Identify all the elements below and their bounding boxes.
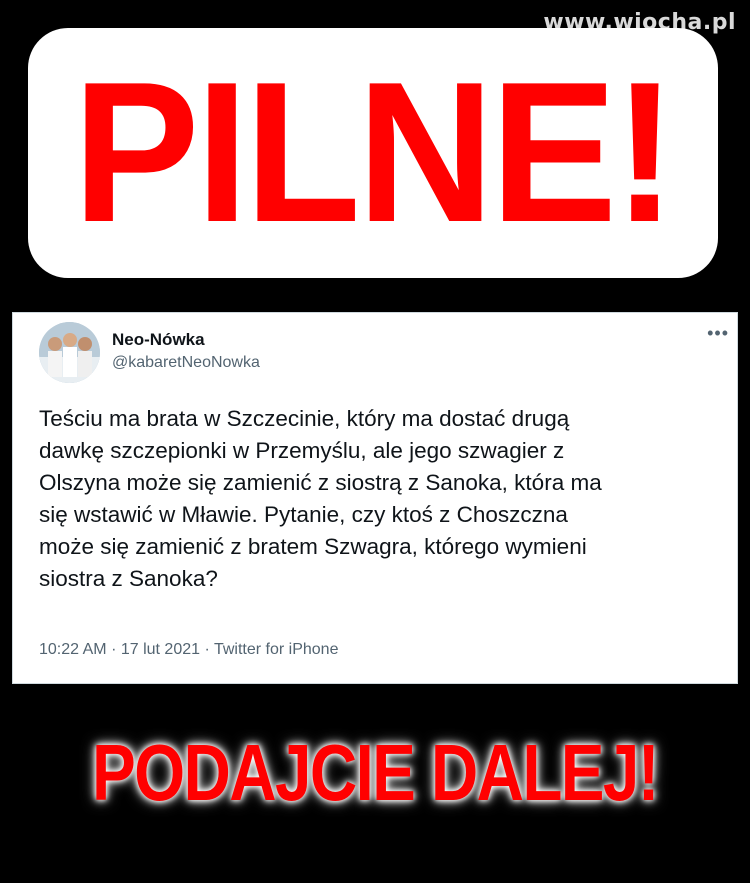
tweet-time[interactable]: 10:22 AM [39,641,107,658]
headline-banner: PILNE! [28,28,718,278]
avatar-image [39,322,100,383]
author-name[interactable]: Neo-Nówka [112,330,205,350]
avatar[interactable] [39,322,100,383]
meta-separator: · [111,641,121,658]
tweet-card: Neo-Nówka @kabaretNeoNowka ••• Teściu ma… [12,312,738,684]
headline-text: PILNE! [72,41,677,264]
tweet-meta: 10:22 AM · 17 lut 2021 · Twitter for iPh… [39,641,338,659]
tweet-source[interactable]: Twitter for iPhone [214,641,339,658]
footer-slogan: PODAJCIE DALEJ! [92,728,660,817]
tweet-text: Teściu ma brata w Szczecinie, który ma d… [39,406,602,591]
tweet-date[interactable]: 17 lut 2021 [121,641,200,658]
more-dots-icon[interactable]: ••• [707,323,729,344]
author-handle[interactable]: @kabaretNeoNowka [112,354,260,372]
meta-separator: · [204,641,214,658]
